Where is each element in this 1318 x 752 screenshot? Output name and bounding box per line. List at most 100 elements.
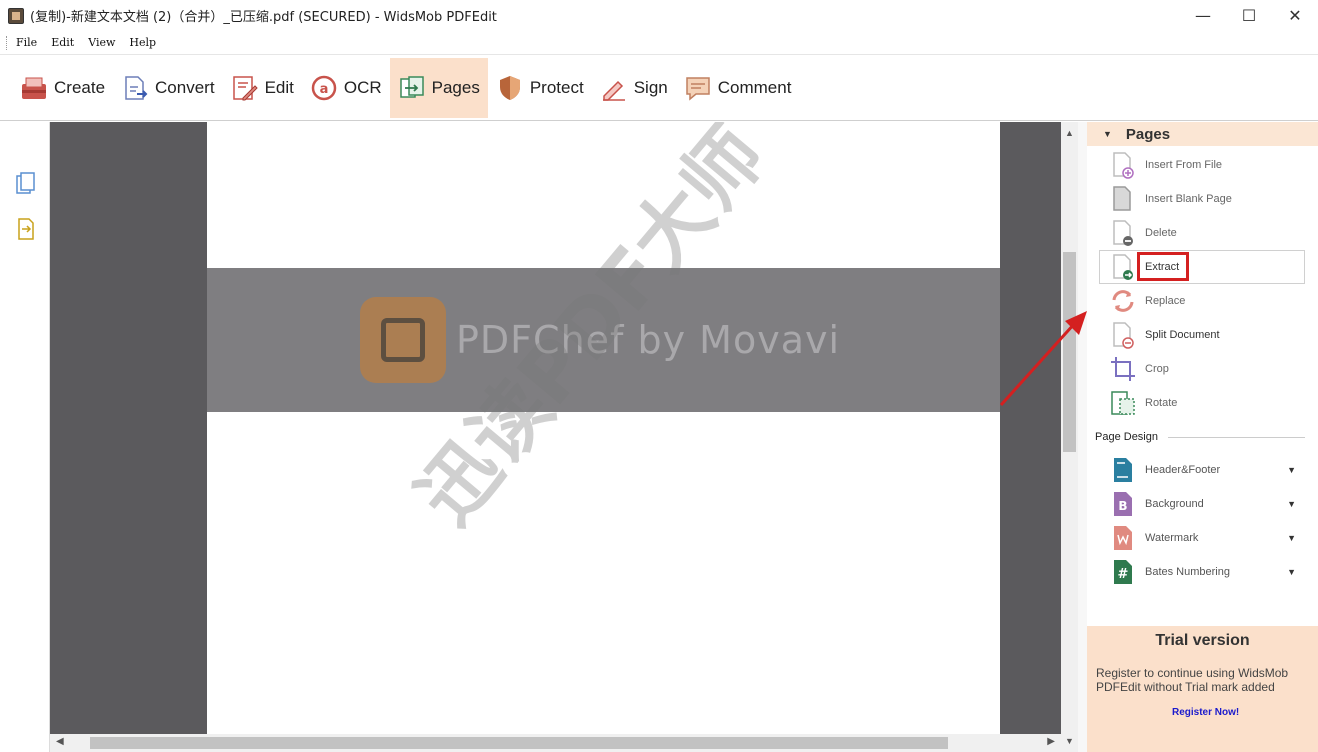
page-design-title: Page Design (1095, 431, 1158, 443)
scroll-down-icon[interactable]: ▼ (1065, 736, 1074, 746)
bates-numbering-label: Bates Numbering (1145, 566, 1230, 578)
window-title: (复制)-新建文本文档 (2)（合并）_已压缩.pdf (SECURED) - … (30, 10, 497, 25)
create-label: Create (54, 78, 106, 97)
create-button[interactable]: Create (12, 58, 113, 118)
blank-page-icon (1109, 185, 1137, 213)
extract-page-item[interactable]: Extract (1099, 250, 1305, 284)
crop-icon (1109, 355, 1137, 383)
insert-from-file-item[interactable]: Insert From File (1087, 148, 1318, 182)
edit-button[interactable]: Edit (223, 58, 302, 118)
window-controls: — ☐ ✕ (1180, 0, 1318, 31)
delete-page-label: Delete (1145, 227, 1177, 239)
pages-button[interactable]: Pages (389, 58, 488, 118)
sign-label: Sign (633, 78, 668, 97)
insert-file-icon (1109, 151, 1137, 179)
header-footer-item[interactable]: Header&Footer ▼ (1087, 453, 1318, 487)
comment-button[interactable]: Comment (676, 58, 800, 118)
bates-numbering-item[interactable]: # Bates Numbering ▼ (1087, 555, 1318, 589)
section-divider (1168, 436, 1305, 438)
ocr-button[interactable]: a OCR (302, 58, 390, 118)
app-icon (8, 7, 24, 24)
replace-page-label: Replace (1145, 295, 1186, 307)
split-document-item[interactable]: Split Document (1087, 318, 1318, 352)
convert-icon (121, 74, 149, 102)
extract-highlight-annotation (1137, 252, 1189, 281)
delete-page-icon (1109, 219, 1137, 247)
comment-icon (684, 74, 712, 102)
register-now-link[interactable]: Register Now! (1172, 707, 1239, 718)
trial-title: Trial version (1155, 632, 1250, 649)
left-sidebar (0, 122, 50, 752)
watermark-label: Watermark (1145, 532, 1199, 544)
scroll-right-icon[interactable]: ▶ (1047, 736, 1055, 747)
pages-label: Pages (431, 78, 480, 97)
insert-blank-page-item[interactable]: Insert Blank Page (1087, 182, 1318, 216)
minimize-button[interactable]: — (1180, 0, 1226, 31)
scroll-up-icon[interactable]: ▲ (1065, 128, 1074, 138)
ocr-label: OCR (343, 78, 382, 97)
vertical-scrollbar[interactable]: ▲ ▼ (1061, 122, 1078, 752)
pen-icon (600, 74, 628, 102)
trial-panel: Trial version Register to continue using… (1087, 626, 1318, 752)
replace-icon (1109, 287, 1137, 315)
extract-page-icon (1109, 253, 1137, 281)
shield-icon (496, 74, 524, 102)
scroll-left-icon[interactable]: ◀ (56, 736, 64, 747)
crop-page-item[interactable]: Crop (1087, 352, 1318, 386)
menu-bar: File Edit View Help (0, 31, 1318, 55)
bates-dropdown-icon[interactable]: ▼ (1287, 567, 1296, 577)
main-toolbar: Create Convert Edit a OCR Pages Protect (0, 56, 1318, 121)
header-footer-label: Header&Footer (1145, 464, 1221, 476)
sign-button[interactable]: Sign (592, 58, 676, 118)
watermark-item[interactable]: Watermark ▼ (1087, 521, 1318, 555)
background-label: Background (1145, 498, 1204, 510)
background-dropdown-icon[interactable]: ▼ (1287, 499, 1296, 509)
panel-divider[interactable] (1078, 122, 1087, 752)
title-bar: (复制)-新建文本文档 (2)（合并）_已压缩.pdf (SECURED) - … (0, 0, 1318, 31)
ocr-icon: a (310, 74, 338, 102)
convert-label: Convert (155, 78, 215, 97)
document-canvas[interactable]: PDFChef by Movavi 迅读PDF大师 (50, 122, 1061, 734)
create-icon (20, 74, 48, 102)
maximize-button[interactable]: ☐ (1226, 0, 1272, 31)
protect-button[interactable]: Protect (488, 58, 592, 118)
menu-grip (6, 35, 8, 50)
protect-label: Protect (529, 78, 584, 97)
horizontal-scrollbar[interactable]: ◀ ▶ (50, 734, 1061, 752)
movavi-logo-icon (360, 297, 446, 383)
background-icon: B (1109, 490, 1137, 518)
delete-page-item[interactable]: Delete (1087, 216, 1318, 250)
menu-edit[interactable]: Edit (51, 36, 74, 49)
page-design-section-title: Page Design (1095, 431, 1305, 443)
header-footer-icon (1109, 456, 1137, 484)
split-document-label: Split Document (1145, 329, 1220, 341)
header-footer-dropdown-icon[interactable]: ▼ (1287, 465, 1296, 475)
annotation-arrow (999, 311, 1087, 407)
rotate-page-item[interactable]: Rotate (1087, 386, 1318, 420)
menu-view[interactable]: View (88, 36, 115, 49)
insert-blank-page-label: Insert Blank Page (1145, 193, 1232, 205)
convert-button[interactable]: Convert (113, 58, 223, 118)
split-icon (1109, 321, 1137, 349)
menu-file[interactable]: File (16, 36, 37, 49)
menu-help[interactable]: Help (129, 36, 156, 49)
comment-label: Comment (717, 78, 792, 97)
close-button[interactable]: ✕ (1272, 0, 1318, 31)
pages-panel-header[interactable]: ▼ Pages (1087, 122, 1318, 146)
insert-from-file-label: Insert From File (1145, 159, 1223, 171)
svg-text:B: B (1118, 499, 1127, 513)
collapse-caret-icon: ▼ (1103, 129, 1112, 139)
background-item[interactable]: B Background ▼ (1087, 487, 1318, 521)
horizontal-scroll-thumb[interactable] (90, 737, 948, 749)
thumbnails-icon[interactable] (15, 172, 37, 196)
watermark-icon (1109, 524, 1137, 552)
replace-page-item[interactable]: Replace (1087, 284, 1318, 318)
crop-page-label: Crop (1145, 363, 1169, 375)
pages-panel-title: Pages (1125, 125, 1171, 143)
pages-icon (398, 74, 426, 102)
svg-text:a: a (319, 82, 328, 97)
rotate-icon (1109, 389, 1137, 417)
watermark-dropdown-icon[interactable]: ▼ (1287, 533, 1296, 543)
bookmark-icon[interactable] (15, 217, 37, 241)
edit-icon (231, 74, 259, 102)
